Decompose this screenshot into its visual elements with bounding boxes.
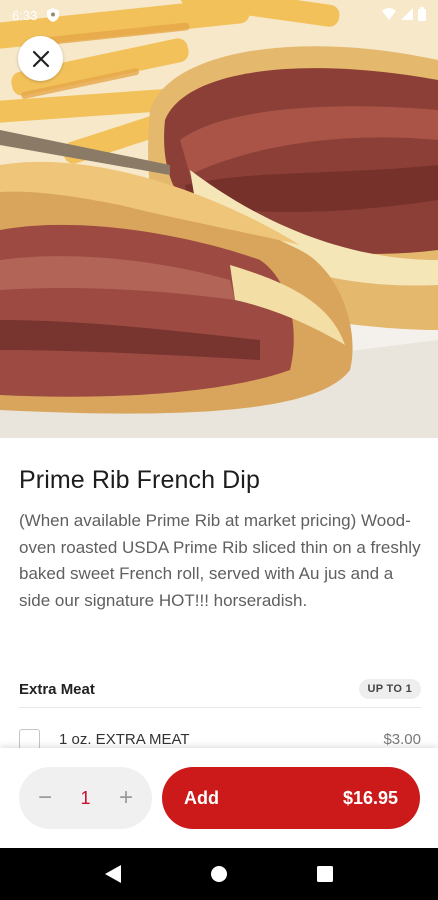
divider [19, 707, 421, 708]
quantity-value: 1 [80, 787, 91, 808]
status-bar: 6:33 [0, 0, 438, 30]
add-button-label: Add [184, 787, 219, 808]
wifi-icon [382, 7, 396, 23]
add-button-price: $16.95 [342, 787, 398, 808]
close-button[interactable] [18, 36, 63, 81]
quantity-stepper: − 1 + [19, 767, 152, 829]
back-icon[interactable] [93, 854, 133, 894]
item-photo-illustration [0, 0, 438, 438]
system-nav-bar [0, 848, 438, 900]
shield-icon [47, 8, 60, 22]
signal-icon [401, 7, 413, 23]
option-choice-label: 1 oz. EXTRA MEAT [59, 730, 190, 748]
item-title: Prime Rib French Dip [19, 466, 260, 494]
option-choice-extra-meat[interactable]: 1 oz. EXTRA MEAT $3.00 [19, 728, 421, 750]
decrement-button[interactable]: − [35, 784, 55, 812]
close-icon [32, 50, 49, 67]
recents-icon[interactable] [305, 854, 345, 894]
item-description: (When available Prime Rib at market pric… [19, 511, 421, 610]
increment-button[interactable]: + [116, 784, 136, 812]
option-group-header: Extra Meat UP TO 1 [19, 676, 421, 702]
status-icons [382, 6, 426, 24]
option-checkbox[interactable] [19, 728, 40, 750]
home-icon[interactable] [199, 854, 239, 894]
action-bar: − 1 + Add $16.95 [0, 748, 438, 848]
item-photo [0, 0, 438, 438]
status-time: 6:33 [12, 7, 38, 23]
battery-icon [418, 6, 426, 24]
option-limit-badge: UP TO 1 [358, 679, 421, 699]
option-group-title: Extra Meat [19, 680, 95, 698]
add-to-cart-button[interactable]: Add $16.95 [162, 767, 420, 829]
option-choice-price: $3.00 [383, 730, 421, 748]
